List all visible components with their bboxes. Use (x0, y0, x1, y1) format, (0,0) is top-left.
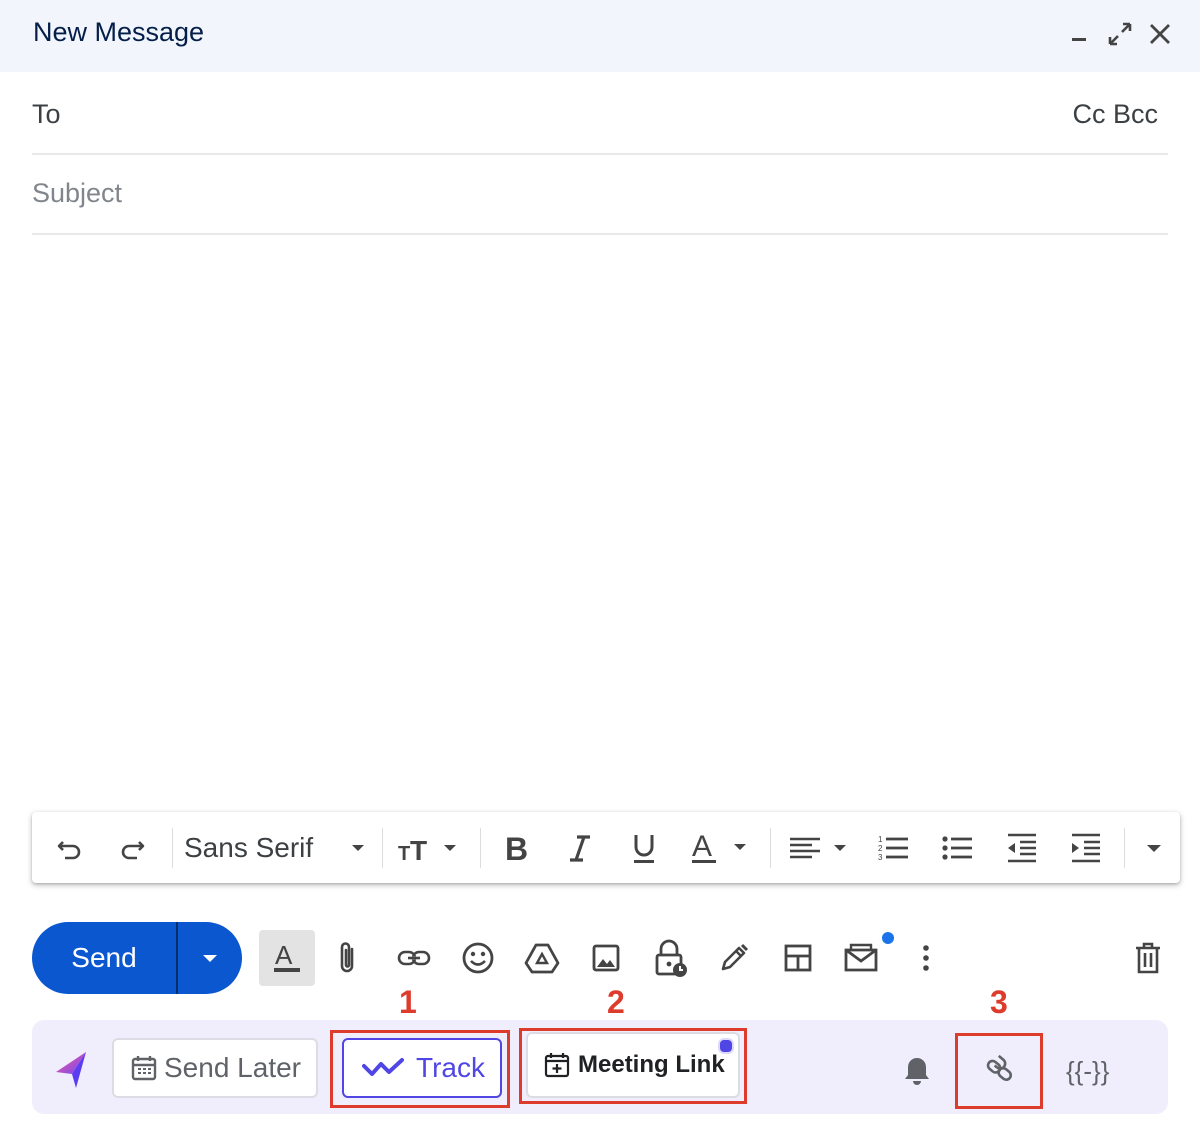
undo-icon[interactable] (50, 826, 90, 870)
drive-icon[interactable] (516, 930, 568, 986)
signature-icon[interactable] (708, 930, 760, 986)
annotation-number-1: 1 (399, 984, 417, 1020)
svg-text:A: A (692, 831, 712, 863)
font-dropdown-caret-icon (352, 845, 364, 851)
annotation-number-2: 2 (607, 984, 625, 1020)
font-family-value: Sans Serif (184, 832, 314, 863)
cc-bcc-links: Cc Bcc (1072, 99, 1158, 130)
compose-title: New Message (33, 17, 205, 47)
to-row[interactable]: To Cc Bcc (32, 74, 1168, 155)
font-family-select[interactable]: Sans Serif (184, 826, 368, 870)
bell-icon[interactable] (902, 1054, 932, 1088)
svg-text:A: A (275, 940, 293, 970)
text-size-icon[interactable]: TT (396, 826, 466, 870)
emoji-icon[interactable] (452, 930, 504, 986)
discard-draft-icon[interactable] (1122, 930, 1174, 986)
template-icon[interactable] (836, 930, 894, 986)
compose-title-bar[interactable]: New Message (0, 0, 1200, 72)
italic-icon[interactable] (560, 826, 600, 870)
send-later-button[interactable]: Send Later (112, 1038, 318, 1098)
underline-icon[interactable] (624, 826, 664, 870)
fullscreen-icon[interactable] (1106, 18, 1134, 50)
subject-input[interactable] (32, 178, 1032, 209)
numbered-list-icon[interactable]: 123 (872, 826, 916, 870)
svg-text:B: B (505, 832, 528, 864)
indent-more-icon[interactable] (1064, 826, 1108, 870)
cc-link[interactable]: Cc (1072, 99, 1105, 129)
annotation-box-2 (519, 1028, 747, 1104)
indent-less-icon[interactable] (1000, 826, 1044, 870)
more-formatting-icon[interactable] (1134, 826, 1174, 870)
attach-icon[interactable] (322, 930, 374, 986)
more-options-icon[interactable] (900, 930, 952, 986)
insert-link-icon[interactable] (388, 930, 440, 986)
svg-text:T: T (398, 843, 410, 864)
annotation-box-3 (955, 1033, 1043, 1109)
send-later-label: Send Later (164, 1052, 301, 1083)
to-label: To (32, 99, 61, 129)
bulleted-list-icon[interactable] (936, 826, 980, 870)
annotation-box-1 (330, 1030, 510, 1108)
close-icon[interactable] (1146, 18, 1174, 50)
calendar-icon (131, 1056, 157, 1081)
svg-text:3: 3 (878, 853, 883, 862)
svg-text:T: T (410, 835, 427, 864)
send-options-icon[interactable] (178, 922, 242, 994)
svg-text:1: 1 (878, 835, 883, 844)
bcc-link[interactable]: Bcc (1113, 99, 1158, 129)
message-body[interactable] (32, 240, 1168, 800)
send-button-group: Send (32, 922, 242, 994)
send-button[interactable]: Send (32, 922, 176, 994)
insert-photo-icon[interactable] (580, 930, 632, 986)
align-icon[interactable] (784, 826, 854, 870)
formatting-toolbar: Sans Serif TT B A 123 (32, 812, 1180, 883)
text-color-icon[interactable]: A (688, 826, 754, 870)
formatting-options-icon[interactable]: A (259, 930, 315, 986)
minimize-icon[interactable] (1066, 18, 1094, 50)
annotation-number-3: 3 (990, 984, 1008, 1020)
subject-row (32, 154, 1168, 235)
svg-text:2: 2 (878, 844, 883, 853)
redo-icon[interactable] (112, 826, 152, 870)
new-feature-dot (882, 932, 894, 944)
layouts-icon[interactable] (772, 930, 824, 986)
extension-logo-icon[interactable] (54, 1048, 90, 1092)
bold-icon[interactable]: B (496, 826, 536, 870)
confidential-mode-icon[interactable] (644, 930, 696, 986)
merge-tag-button[interactable]: {{-}} (1066, 1056, 1109, 1087)
